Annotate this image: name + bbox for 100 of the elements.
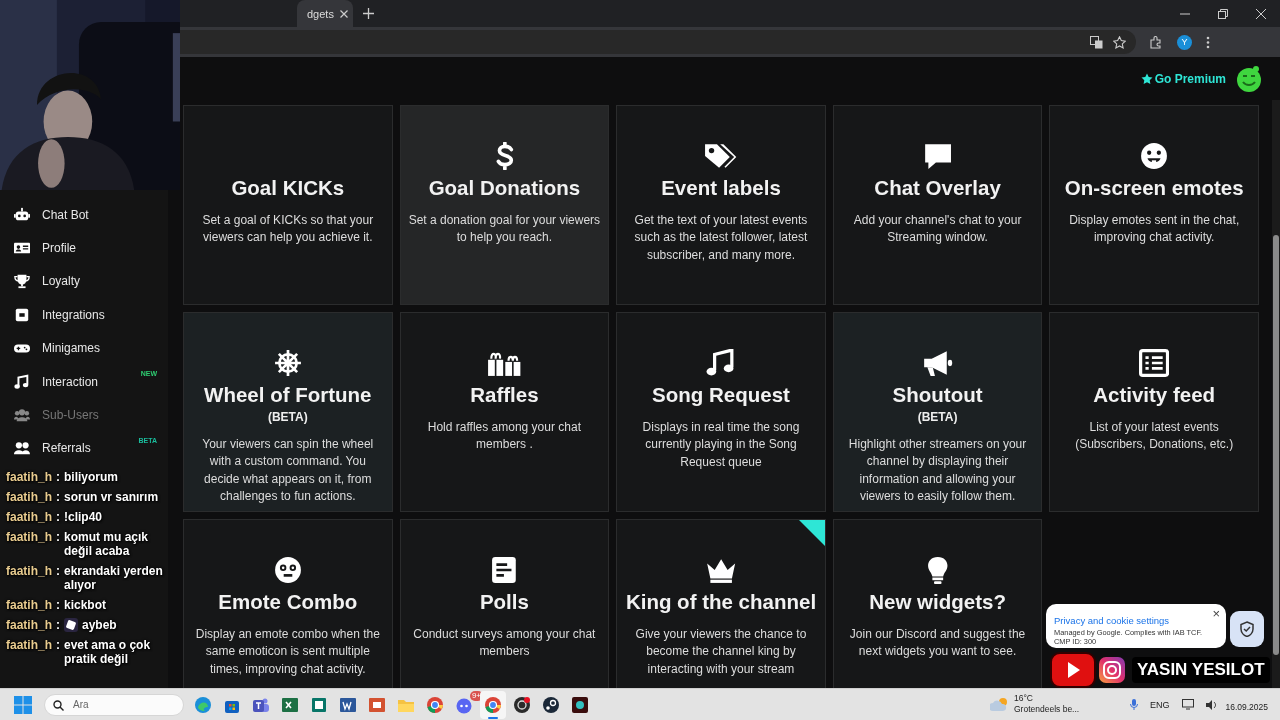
chat-message: kickbot (64, 598, 108, 612)
extensions-icon[interactable] (1150, 35, 1163, 49)
record-circle-icon (513, 695, 531, 714)
steam-icon (542, 695, 560, 714)
language-indicator[interactable]: ENG (1150, 699, 1170, 710)
widget-card[interactable]: Goal KICKs Set a goal of KICKs so that your viewers can help you achieve it. (183, 105, 393, 305)
widget-description: Display an emote combo when the same emoticon is sent multiple times, improving chat activity. (194, 626, 381, 678)
chat-message: ekrandaki yerden alıyor (64, 564, 164, 592)
sidebar-item[interactable]: Minigames (0, 331, 168, 365)
chat-message: sorun vr sanırım (64, 490, 160, 504)
slides-icon (368, 695, 386, 714)
beta-label: (BETA) (917, 410, 958, 424)
speaker-icon[interactable] (1205, 699, 1217, 710)
play-button-icon (1050, 652, 1096, 688)
start-icon[interactable] (14, 695, 32, 714)
widget-card[interactable]: Song Request Displays in real time the song currently playing in the Song Request queue (616, 312, 826, 512)
widget-title: Emote Combo (218, 590, 358, 614)
sidebar-item[interactable]: Integrations (0, 298, 168, 332)
widget-card[interactable]: On-screen emotes Display emotes sent in the chat, improving chat activity. (1049, 105, 1259, 305)
widget-card[interactable]: Polls Conduct surveys among your chat members (399, 519, 610, 688)
document-stack-icon (310, 695, 328, 714)
privacy-settings-link[interactable]: Privacy and cookie settings (1054, 615, 1170, 626)
round-logo-icon (426, 695, 444, 714)
round-logo-icon (484, 695, 502, 714)
monitor-icon[interactable] (1181, 699, 1194, 710)
widget-title: New widgets? (869, 590, 1006, 614)
restore-icon[interactable] (1218, 8, 1228, 19)
widget-description: Highlight other streamers on your channel by displaying their information and allowing your viewers to easily follow them. (847, 436, 1028, 505)
chat-message: !clip40 (64, 510, 104, 524)
grinning-face-icon (1140, 142, 1169, 170)
browser-tab[interactable]: dgets (297, 0, 353, 27)
sidebar-item[interactable]: Chat Bot (0, 198, 168, 232)
star-icon[interactable] (1113, 35, 1126, 49)
translate-icon[interactable] (1090, 35, 1103, 49)
chat-username: faatih_h (6, 598, 52, 612)
widget-description: Displays in real time the song currently playing in the Song Request queue (641, 419, 801, 471)
menu-icon[interactable] (1206, 35, 1210, 49)
widget-card[interactable]: Goal Donations Set a donation goal for your viewers to help you reach. (399, 105, 610, 305)
sidebar-item[interactable]: Profile (0, 231, 168, 265)
taskbar-date[interactable]: 16.09.2025 (1225, 702, 1268, 712)
trophy-icon (14, 273, 30, 290)
close-icon[interactable] (339, 9, 348, 18)
widget-description: Set a donation goal for your viewers to help you reach. (408, 212, 601, 247)
widget-card[interactable]: Shoutout (BETA) Highlight other streamers on your channel by displaying their information and allowing your viewers to easily follow them. (832, 312, 1043, 512)
ship-wheel-icon (273, 349, 302, 377)
widget-description: Add your channel's chat to your Streaming window. (852, 212, 1023, 247)
chat-message: evet ama o çok pratik değil (64, 638, 152, 666)
widget-card[interactable]: Event labels Get the text of your latest events such as the latest follower, latest subscriber, and many more. (616, 105, 826, 305)
widget-card[interactable]: New widgets? Join our Discord and suggest the next widgets you want to see. (832, 519, 1043, 688)
weather-widget[interactable]: 16°C Grotendeels be... (990, 693, 1080, 715)
robot-icon (14, 206, 30, 223)
chat-separator: : (56, 530, 60, 544)
beta-label: (BETA) (267, 410, 308, 424)
lightbulb-icon (926, 556, 949, 584)
chat-separator: : (56, 638, 60, 652)
widget-card[interactable]: Emote Combo Display an emote combo when the same emoticon is sent multiple times, improving chat activity. (183, 519, 393, 688)
widget-card[interactable]: King of the channel Give your viewers the chance to become the channel king by interacting with your stream (616, 519, 826, 688)
close-icon[interactable] (1256, 8, 1266, 19)
chat-username: faatih_h (6, 470, 52, 484)
widget-title: Event labels (661, 176, 781, 200)
cloud-sun-icon (990, 696, 1010, 712)
sidebar-item[interactable]: Loyalty (0, 264, 168, 299)
chat-username: faatih_h (6, 618, 52, 632)
widget-title: On-screen emotes (1064, 176, 1244, 200)
close-button[interactable]: × (1212, 606, 1220, 621)
widget-title: Chat Overlay (874, 176, 1001, 200)
scrollbar[interactable] (1272, 100, 1280, 688)
widget-description: Hold raffles among your chat members . (426, 419, 582, 454)
music-note-icon (14, 373, 30, 390)
chat-separator: : (56, 470, 60, 484)
privacy-button[interactable] (1230, 611, 1264, 647)
widget-card[interactable]: Activity feed List of your latest events (Subscribers, Donations, etc.) (1049, 312, 1259, 512)
star-icon (1140, 72, 1153, 85)
poll-icon (491, 556, 518, 584)
plus-icon[interactable] (363, 8, 374, 19)
widget-title: Goal KICKs (231, 176, 345, 200)
chat-separator: : (56, 598, 60, 612)
tags-icon (704, 142, 738, 170)
chat-message: komut mu açık değil acaba (64, 530, 150, 558)
chat-username: faatih_h (6, 638, 52, 652)
widget-card[interactable]: Wheel of Fortune (BETA) Your viewers can spin the wheel with a custom command. You decide what appears on it, from challenges to fun actions. (183, 312, 393, 512)
microphone-icon[interactable] (1130, 699, 1138, 710)
chat-separator: : (56, 618, 60, 632)
widget-card[interactable]: Chat Overlay Add your channel's chat to your Streaming window. (832, 105, 1043, 305)
list-icon (1139, 349, 1170, 377)
widget-title: King of the channel (625, 590, 817, 614)
spreadsheet-icon (281, 695, 299, 714)
mascot-avatar-icon[interactable] (1234, 63, 1264, 94)
profile-avatar[interactable]: Y (1177, 34, 1192, 50)
widget-title: Shoutout (892, 383, 983, 407)
neutral-face-icon (273, 556, 302, 584)
search-icon (53, 699, 64, 711)
widget-description: List of your latest events (Subscribers, Donations, etc.) (1074, 419, 1235, 454)
widget-card[interactable]: Raffles Hold raffles among your chat members . (399, 312, 610, 512)
browser-wave-icon (194, 695, 212, 714)
search-field[interactable]: Ara (44, 693, 184, 716)
chat-username: faatih_h (6, 490, 52, 504)
go-premium-link[interactable]: Go Premium (1140, 71, 1226, 86)
widget-description: Your viewers can spin the wheel with a custom command. You decide what appears on it, from challenges to fun actions. (201, 436, 375, 505)
document-icon (339, 695, 357, 714)
